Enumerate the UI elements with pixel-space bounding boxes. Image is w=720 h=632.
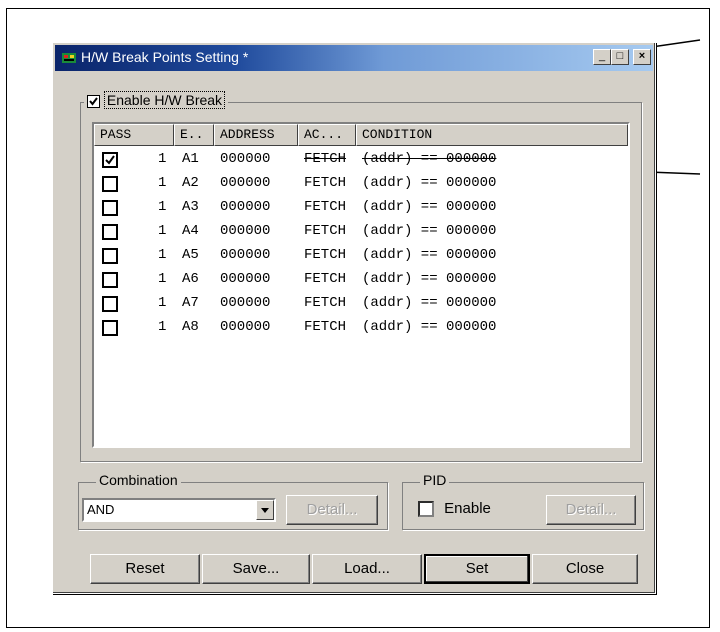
- cell-access: FETCH: [304, 223, 347, 239]
- load-button[interactable]: Load...: [312, 554, 422, 584]
- combination-detail-button[interactable]: Detail...: [286, 495, 378, 525]
- maximize-icon: □: [616, 50, 624, 62]
- combination-value: AND: [87, 502, 115, 517]
- cell-pass: 1: [158, 199, 167, 215]
- cell-event: A4: [182, 223, 199, 239]
- cell-address: 000000: [220, 199, 271, 215]
- app-icon: [62, 53, 76, 63]
- window-title: H/W Break Points Setting *: [81, 49, 249, 65]
- table-row[interactable]: 1 A1 000000 FETCH (addr) == 000000: [94, 148, 628, 172]
- row-pass-checkbox[interactable]: [102, 320, 118, 336]
- pid-enable-checkbox[interactable]: [418, 501, 434, 518]
- set-button[interactable]: Set: [424, 554, 530, 584]
- col-address[interactable]: ADDRESS: [214, 124, 298, 146]
- table-row[interactable]: 1 A6 000000 FETCH (addr) == 000000: [94, 268, 628, 292]
- cell-condition: (addr) == 000000: [362, 223, 497, 239]
- table-row[interactable]: 1 A5 000000 FETCH (addr) == 000000: [94, 244, 628, 268]
- cell-address: 000000: [220, 151, 271, 167]
- col-event[interactable]: E..: [174, 124, 214, 146]
- close-window-button[interactable]: ×: [633, 49, 651, 65]
- cell-event: A3: [182, 199, 199, 215]
- cell-condition: (addr) == 000000: [362, 175, 497, 191]
- enable-break-checkbox[interactable]: [87, 94, 100, 108]
- pid-detail-button[interactable]: Detail...: [546, 495, 636, 525]
- row-pass-checkbox[interactable]: [102, 296, 118, 312]
- row-pass-checkbox[interactable]: [102, 152, 118, 168]
- cell-pass: 1: [158, 175, 167, 191]
- cell-access: FETCH: [304, 199, 347, 215]
- dropdown-button[interactable]: [256, 500, 274, 520]
- maximize-button[interactable]: □: [611, 49, 629, 65]
- cell-event: A2: [182, 175, 199, 191]
- pid-enable-label: Enable: [444, 500, 491, 517]
- cell-event: A8: [182, 319, 199, 335]
- cell-condition: (addr) == 000000: [362, 151, 497, 167]
- cell-address: 000000: [220, 271, 271, 287]
- cell-access: FETCH: [304, 319, 347, 335]
- cell-address: 000000: [220, 223, 271, 239]
- minimize-icon: _: [598, 50, 606, 62]
- col-access[interactable]: AC...: [298, 124, 356, 146]
- save-button[interactable]: Save...: [202, 554, 310, 584]
- reset-button[interactable]: Reset: [90, 554, 200, 584]
- cell-event: A5: [182, 247, 199, 263]
- row-pass-checkbox[interactable]: [102, 224, 118, 240]
- cell-condition: (addr) == 000000: [362, 295, 497, 311]
- col-pass[interactable]: PASS: [94, 124, 174, 146]
- cell-pass: 1: [158, 223, 167, 239]
- table-row[interactable]: 1 A2 000000 FETCH (addr) == 000000: [94, 172, 628, 196]
- title-bar[interactable]: H/W Break Points Setting * _ □ ×: [55, 45, 653, 71]
- cell-pass: 1: [158, 319, 167, 335]
- cell-pass: 1: [158, 295, 167, 311]
- combination-legend: Combination: [96, 472, 181, 488]
- list-header: PASS E.. ADDRESS AC... CONDITION: [94, 124, 628, 146]
- minimize-button[interactable]: _: [593, 49, 611, 65]
- checkmark-icon: [105, 155, 115, 165]
- table-row[interactable]: 1 A7 000000 FETCH (addr) == 000000: [94, 292, 628, 316]
- cell-access: FETCH: [304, 295, 347, 311]
- cell-pass: 1: [158, 247, 167, 263]
- table-row[interactable]: 1 A4 000000 FETCH (addr) == 000000: [94, 220, 628, 244]
- cell-pass: 1: [158, 151, 167, 167]
- pid-legend: PID: [420, 472, 450, 488]
- row-pass-checkbox[interactable]: [102, 200, 118, 216]
- close-button[interactable]: Close: [532, 554, 638, 584]
- enable-break-label: Enable H/W Break: [103, 91, 226, 109]
- cell-condition: (addr) == 000000: [362, 319, 497, 335]
- cell-address: 000000: [220, 319, 271, 335]
- row-pass-checkbox[interactable]: [102, 248, 118, 264]
- table-row[interactable]: 1 A3 000000 FETCH (addr) == 000000: [94, 196, 628, 220]
- row-pass-checkbox[interactable]: [102, 272, 118, 288]
- close-icon: ×: [638, 50, 646, 62]
- cell-access: FETCH: [304, 151, 347, 167]
- enable-break-toggle[interactable]: Enable H/W Break: [84, 91, 229, 109]
- checkmark-icon: [89, 97, 98, 106]
- cell-access: FETCH: [304, 247, 347, 263]
- combination-select[interactable]: AND: [82, 498, 276, 522]
- row-pass-checkbox[interactable]: [102, 176, 118, 192]
- table-row[interactable]: 1 A8 000000 FETCH (addr) == 000000: [94, 316, 628, 340]
- chevron-down-icon: [261, 508, 269, 513]
- cell-pass: 1: [158, 271, 167, 287]
- cell-condition: (addr) == 000000: [362, 199, 497, 215]
- pid-enable-toggle[interactable]: Enable: [418, 500, 491, 518]
- cell-event: A7: [182, 295, 199, 311]
- cell-access: FETCH: [304, 271, 347, 287]
- cell-event: A6: [182, 271, 199, 287]
- breakpoint-list[interactable]: PASS E.. ADDRESS AC... CONDITION 1 A1 0000…: [92, 122, 630, 448]
- cell-access: FETCH: [304, 175, 347, 191]
- cell-event: A1: [182, 151, 199, 167]
- cell-address: 000000: [220, 247, 271, 263]
- cell-address: 000000: [220, 295, 271, 311]
- cell-address: 000000: [220, 175, 271, 191]
- col-condition[interactable]: CONDITION: [356, 124, 628, 146]
- cell-condition: (addr) == 000000: [362, 247, 497, 263]
- cell-condition: (addr) == 000000: [362, 271, 497, 287]
